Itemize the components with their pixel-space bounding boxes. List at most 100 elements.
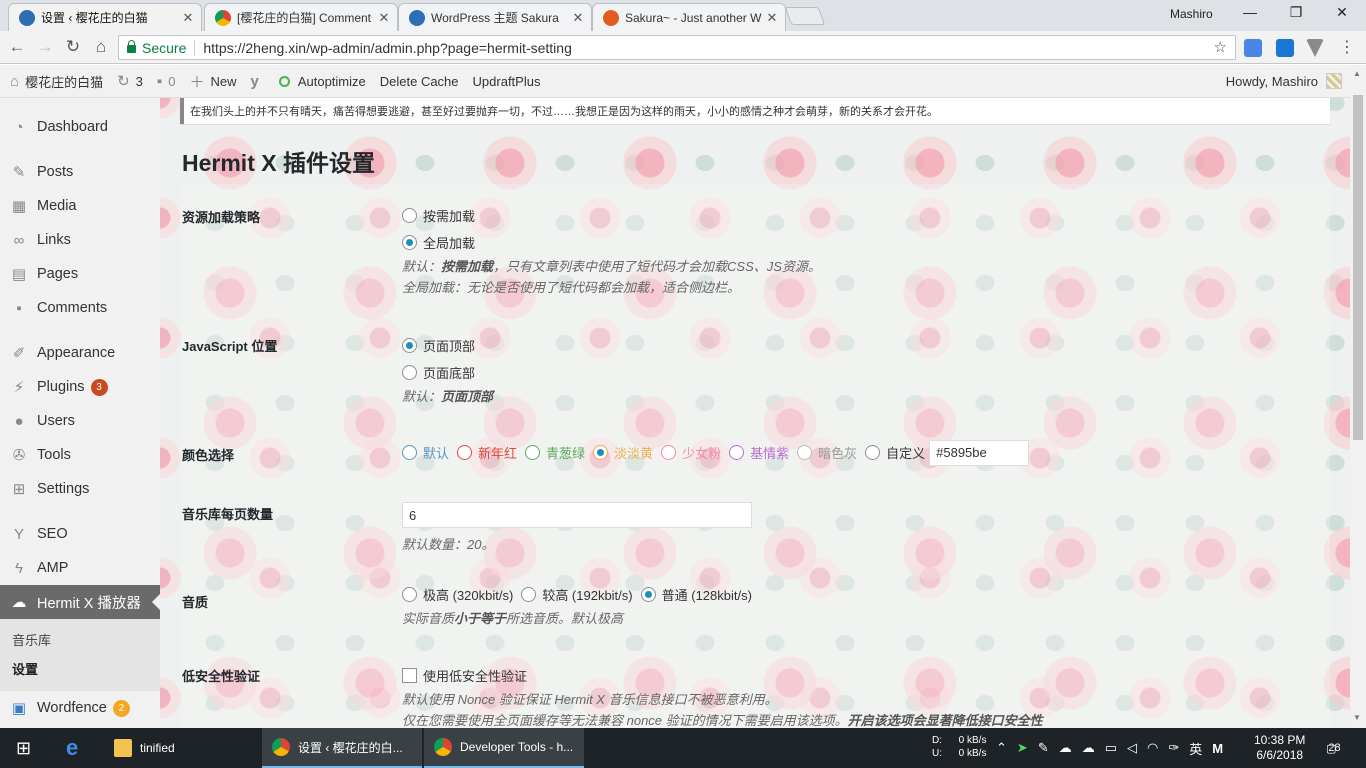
wifi-icon[interactable]: ◠ xyxy=(1147,740,1158,756)
reload-icon[interactable]: ↻ xyxy=(62,37,84,57)
sidebar-item-media[interactable]: ▦ Media xyxy=(0,189,160,223)
cloud-upload-icon[interactable]: ☁ xyxy=(1082,740,1095,756)
bookmark-star-icon[interactable]: ☆ xyxy=(1214,38,1227,56)
radio-button[interactable] xyxy=(402,587,417,602)
sidebar-item-comments[interactable]: ▪ Comments xyxy=(0,291,160,325)
scroll-down-icon[interactable]: ▼ xyxy=(1353,713,1361,722)
low-security-checkbox[interactable] xyxy=(402,668,417,683)
radio-button[interactable] xyxy=(797,445,813,460)
ime-mode-icon[interactable]: M xyxy=(1212,741,1223,756)
sidebar-item-wordfence[interactable]: ▣ Wordfence 2 xyxy=(0,691,160,725)
scrollbar-thumb[interactable] xyxy=(1353,95,1363,440)
radio-button[interactable] xyxy=(525,445,541,460)
comments-link[interactable]: ▪ 0 xyxy=(157,73,176,90)
minimize-icon[interactable]: — xyxy=(1228,4,1272,20)
sidebar-item-tools[interactable]: ✇ Tools xyxy=(0,438,160,472)
taskbar-item-devtools[interactable]: Developer Tools - h... xyxy=(424,728,584,768)
action-center-icon[interactable]: ▢ 28 xyxy=(1326,728,1341,768)
yoast-seo-link[interactable]: y xyxy=(250,73,264,90)
radio-button[interactable] xyxy=(729,445,745,460)
radio-button[interactable] xyxy=(402,338,417,353)
browser-profile-name[interactable]: Mashiro xyxy=(1170,7,1213,21)
submenu-music-library[interactable]: 音乐库 xyxy=(0,625,160,654)
radio-quality-192[interactable]: 较高 (192kbit/s) xyxy=(521,585,633,604)
music-per-page-input[interactable]: 6 xyxy=(402,502,752,528)
radio-button[interactable] xyxy=(402,445,417,460)
browser-tab-sakura-theme[interactable]: WordPress 主题 Sakura ✕ xyxy=(398,3,592,31)
howdy-user[interactable]: Howdy, Mashiro xyxy=(1226,74,1318,89)
chrome-menu-icon[interactable]: ⋮ xyxy=(1336,37,1358,57)
color-option-pink[interactable]: 少女粉 xyxy=(661,443,721,462)
edge-browser-icon[interactable]: e xyxy=(56,728,78,768)
sidebar-item-settings[interactable]: ⊞ Settings xyxy=(0,472,160,506)
radio-page-bottom[interactable]: 页面底部 xyxy=(402,359,493,386)
browser-tab-sakura-site[interactable]: Sakura~ - Just another W ✕ xyxy=(592,3,786,31)
address-bar[interactable]: Secure https://2heng.xin/wp-admin/admin.… xyxy=(118,35,1236,60)
chevron-up-icon[interactable]: ⌃ xyxy=(996,740,1007,756)
updates-link[interactable]: ↻ 3 xyxy=(117,72,143,90)
page-scrollbar[interactable]: ▲ ▼ xyxy=(1350,65,1366,728)
color-option-purple[interactable]: 基情紫 xyxy=(729,443,789,462)
new-tab-button[interactable] xyxy=(784,7,826,25)
windows-start-icon[interactable]: ⊞ xyxy=(6,728,31,768)
sidebar-item-pages[interactable]: ▤ Pages xyxy=(0,257,160,291)
sidebar-item-users[interactable]: ● Users xyxy=(0,404,160,438)
vue-devtools-icon[interactable] xyxy=(1306,39,1324,57)
restore-icon[interactable]: ❐ xyxy=(1274,4,1318,21)
sidebar-item-seo[interactable]: Y SEO xyxy=(0,517,160,551)
close-tab-icon[interactable]: ✕ xyxy=(765,10,779,26)
sidebar-item-hermit-x[interactable]: ☁ Hermit X 播放器 xyxy=(0,585,160,619)
close-tab-icon[interactable]: ✕ xyxy=(377,10,391,26)
close-window-icon[interactable]: ✕ xyxy=(1320,4,1364,21)
submenu-settings[interactable]: 设置 xyxy=(0,654,160,683)
sidebar-item-posts[interactable]: ✎ Posts xyxy=(0,155,160,189)
tray-feather-icon[interactable]: ✎ xyxy=(1038,740,1049,756)
color-option-green[interactable]: 青葱绿 xyxy=(525,443,585,462)
tray-arrow-icon[interactable]: ➤ xyxy=(1017,740,1028,756)
cast-extension-icon[interactable] xyxy=(1276,39,1294,57)
sidebar-item-appearance[interactable]: ✐ Appearance xyxy=(0,336,160,370)
url-text[interactable]: https://2heng.xin/wp-admin/admin.php?pag… xyxy=(203,40,572,56)
color-option-custom[interactable]: 自定义 xyxy=(865,443,925,462)
radio-button[interactable] xyxy=(640,587,656,602)
radio-quality-128[interactable]: 普通 (128kbit/s) xyxy=(640,585,752,604)
delete-cache-link[interactable]: Delete Cache xyxy=(380,74,459,89)
back-arrow-icon[interactable]: ← xyxy=(6,37,28,57)
radio-button[interactable] xyxy=(402,235,417,250)
color-option-gray[interactable]: 暗色灰 xyxy=(797,443,857,462)
taskbar-clock[interactable]: 10:38 PM 6/6/2018 xyxy=(1254,733,1305,763)
close-tab-icon[interactable]: ✕ xyxy=(181,10,195,26)
radio-button[interactable] xyxy=(521,587,537,602)
low-security-checkbox-row[interactable]: 使用低安全性验证 xyxy=(402,662,1043,689)
sidebar-item-dashboard[interactable]: ◔ Dashboard xyxy=(0,110,160,144)
ime-indicator[interactable]: 英 xyxy=(1189,739,1202,758)
onedrive-icon[interactable]: ☁ xyxy=(1059,740,1072,756)
radio-button[interactable] xyxy=(865,445,881,460)
radio-page-top[interactable]: 页面顶部 xyxy=(402,332,493,359)
custom-color-input[interactable]: #5895be xyxy=(929,439,1030,466)
pen-icon[interactable]: ✑ xyxy=(1168,740,1179,756)
updraftplus-link[interactable]: UpdraftPlus xyxy=(473,74,541,89)
home-icon[interactable]: ⌂ xyxy=(90,37,112,57)
sidebar-item-plugins[interactable]: ⚡ Plugins 3 xyxy=(0,370,160,404)
sidebar-item-links[interactable]: ∞ Links xyxy=(0,223,160,257)
forward-arrow-icon[interactable]: → xyxy=(34,37,56,57)
radio-button[interactable] xyxy=(402,365,417,380)
close-tab-icon[interactable]: ✕ xyxy=(571,10,585,26)
scroll-up-icon[interactable]: ▲ xyxy=(1353,69,1361,78)
new-content-link[interactable]: ＋ New xyxy=(189,71,236,92)
color-option-red[interactable]: 新年红 xyxy=(457,443,517,462)
radio-on-demand[interactable]: 按需加载 xyxy=(402,202,821,229)
taskbar-item-chrome-settings[interactable]: 设置 ‹ 樱花庄的白... xyxy=(262,728,422,768)
volume-icon[interactable]: ◁ xyxy=(1127,740,1137,756)
browser-tab-comment[interactable]: [樱花庄的白猫] Comment ✕ xyxy=(204,3,398,31)
secure-indicator[interactable]: Secure xyxy=(127,39,186,56)
sidebar-item-amp[interactable]: ϟ AMP xyxy=(0,551,160,585)
avatar[interactable] xyxy=(1326,73,1342,89)
taskbar-item-tinified[interactable]: tinified xyxy=(104,728,259,768)
site-name-link[interactable]: ⌂ 樱花庄的白猫 xyxy=(10,72,103,91)
radio-global[interactable]: 全局加载 xyxy=(402,229,821,256)
color-option-default[interactable]: 默认 xyxy=(402,443,449,462)
browser-tab-settings[interactable]: 设置 ‹ 樱花庄的白猫 ✕ xyxy=(8,3,202,31)
radio-quality-320[interactable]: 极高 (320kbit/s) xyxy=(402,585,513,604)
